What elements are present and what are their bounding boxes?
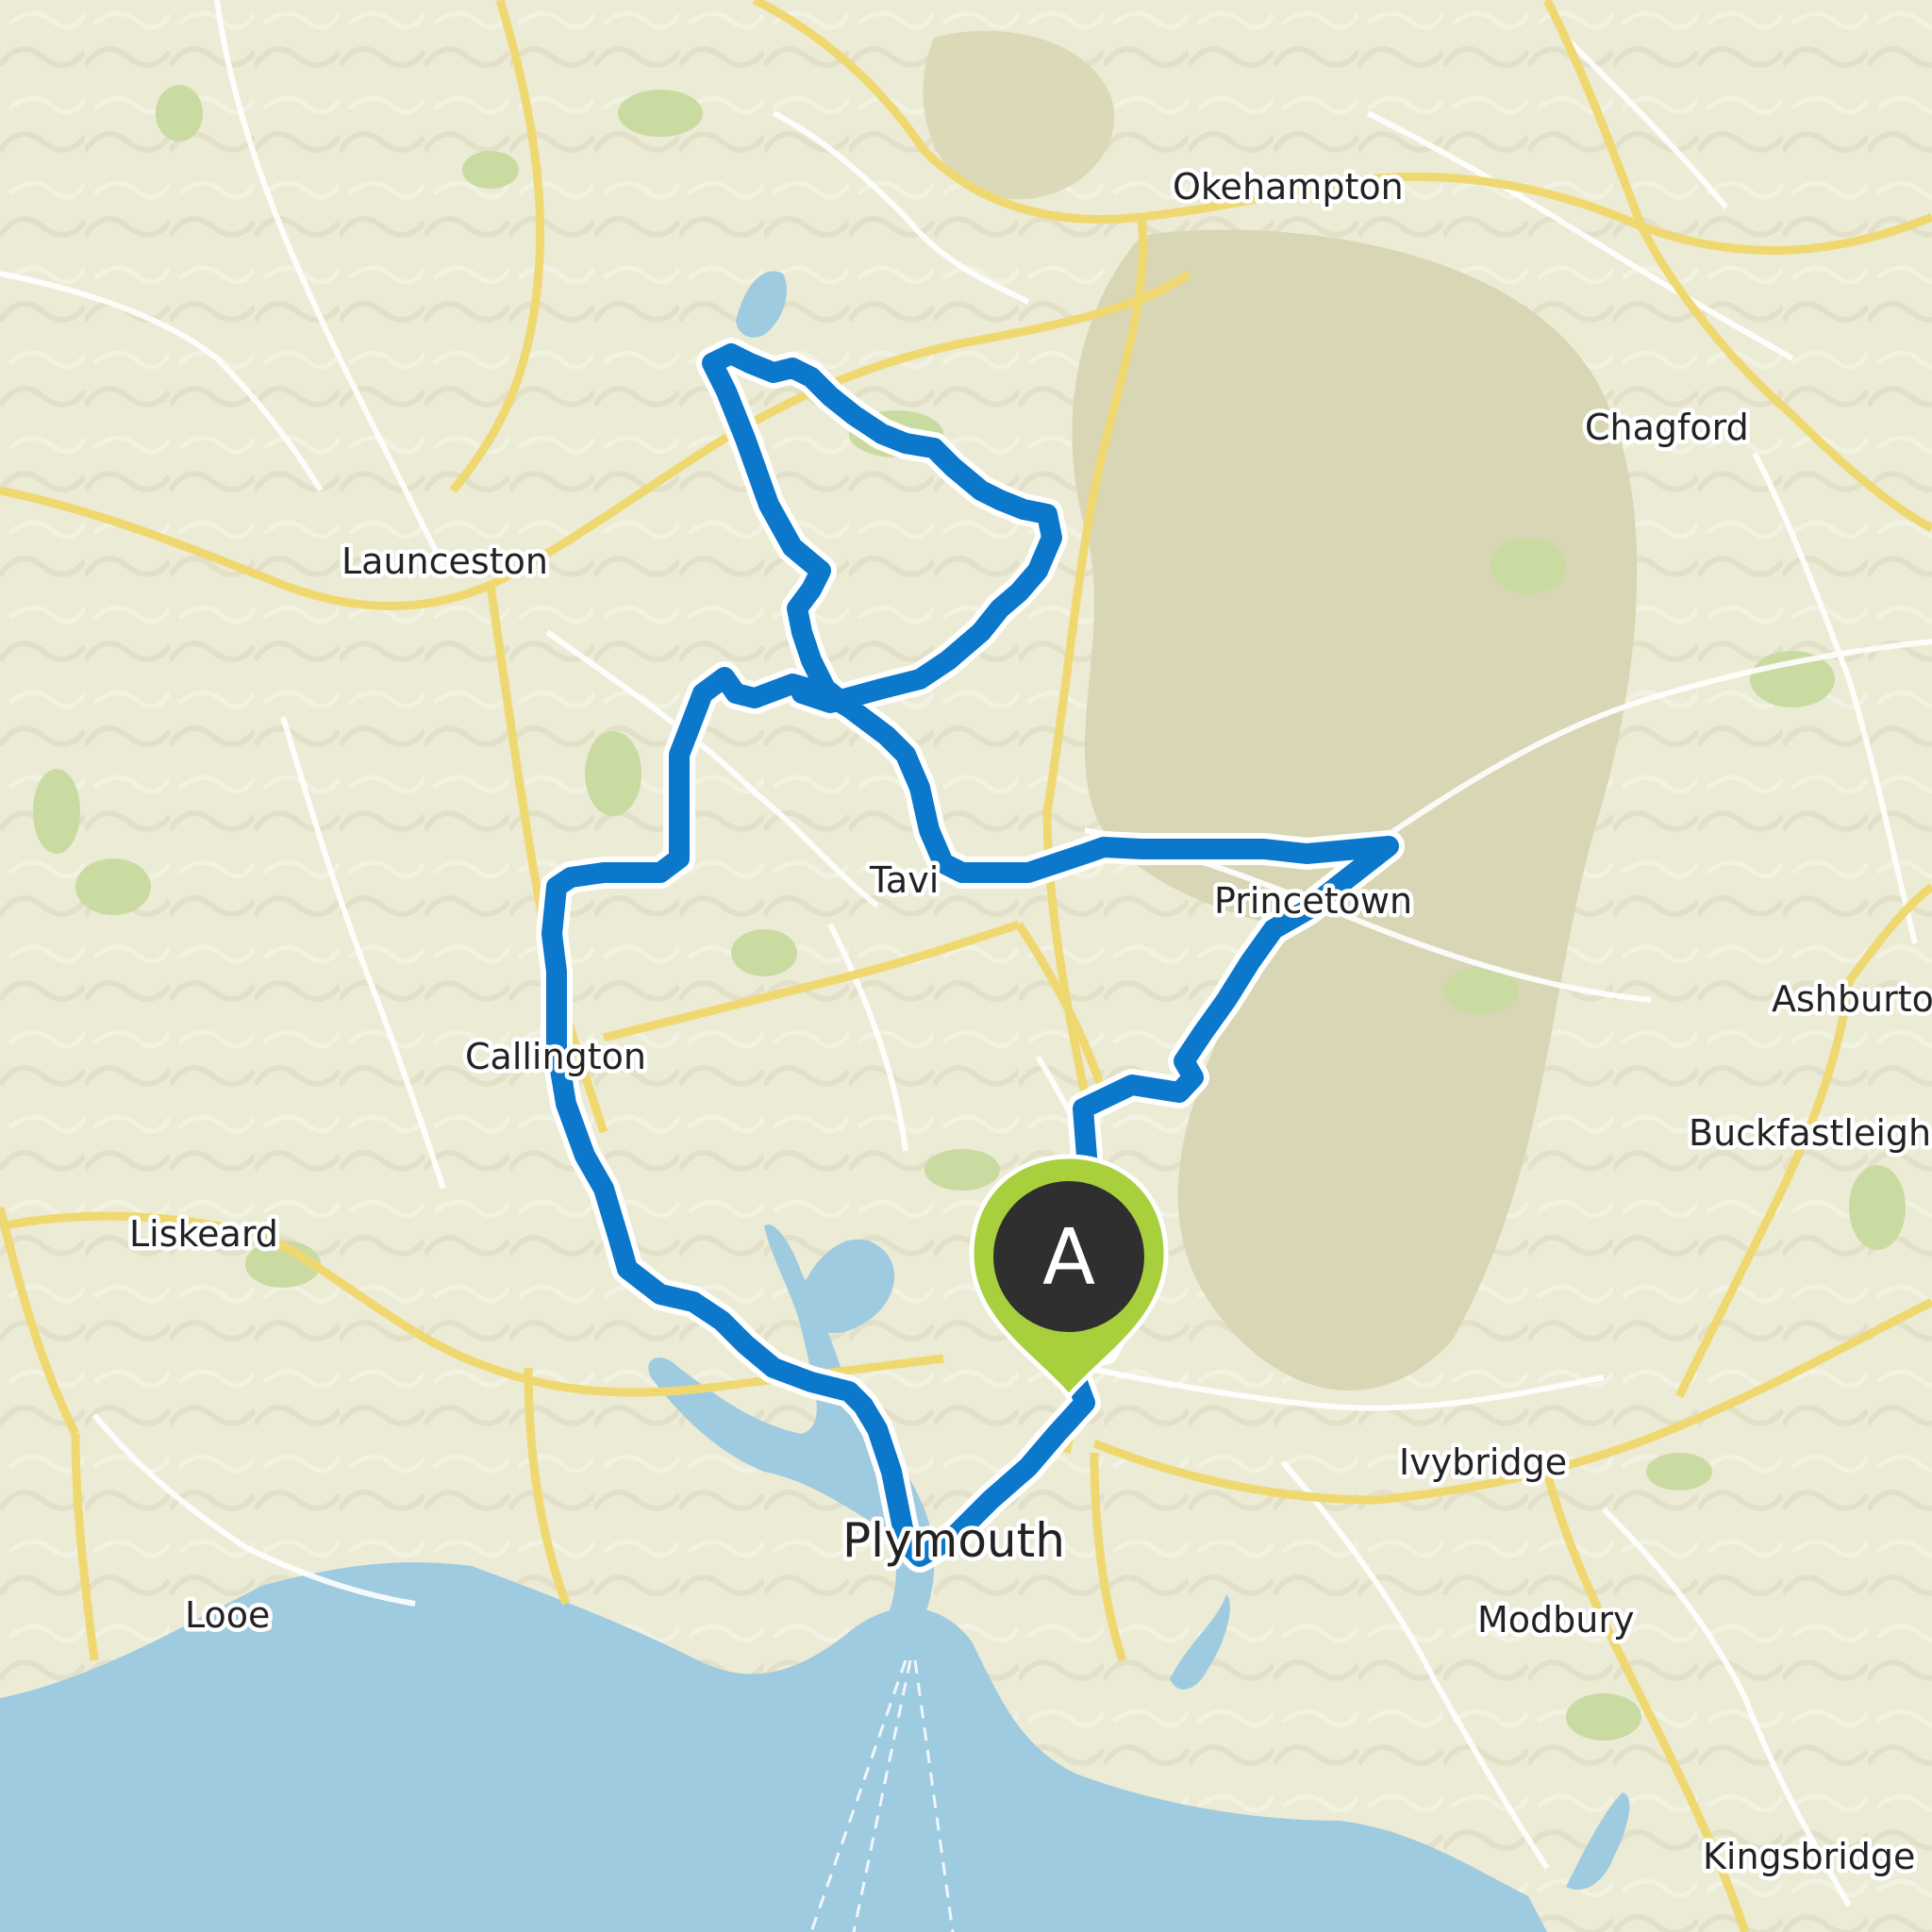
label-okehampton: Okehampton bbox=[1173, 166, 1404, 208]
label-ivybridge: Ivybridge bbox=[1399, 1441, 1567, 1483]
label-launceston: Launceston bbox=[341, 541, 548, 582]
marker-letter: A bbox=[1042, 1213, 1095, 1303]
label-liskeard: Liskeard bbox=[129, 1213, 278, 1255]
map-canvas[interactable]: Okehampton Chagford Launceston Tavi Prin… bbox=[0, 0, 1932, 1932]
label-plymouth: Plymouth bbox=[842, 1513, 1065, 1568]
label-modbury: Modbury bbox=[1477, 1599, 1634, 1641]
label-tavistock: Tavi bbox=[869, 859, 939, 901]
label-ashburton: Ashburton bbox=[1772, 978, 1932, 1020]
label-buckfastleigh: Buckfastleigh bbox=[1689, 1112, 1931, 1154]
label-callington: Callington bbox=[465, 1036, 646, 1077]
label-chagford: Chagford bbox=[1585, 407, 1749, 448]
label-princetown: Princetown bbox=[1214, 880, 1412, 922]
label-looe: Looe bbox=[185, 1594, 270, 1636]
label-kingsbridge: Kingsbridge bbox=[1703, 1836, 1915, 1877]
